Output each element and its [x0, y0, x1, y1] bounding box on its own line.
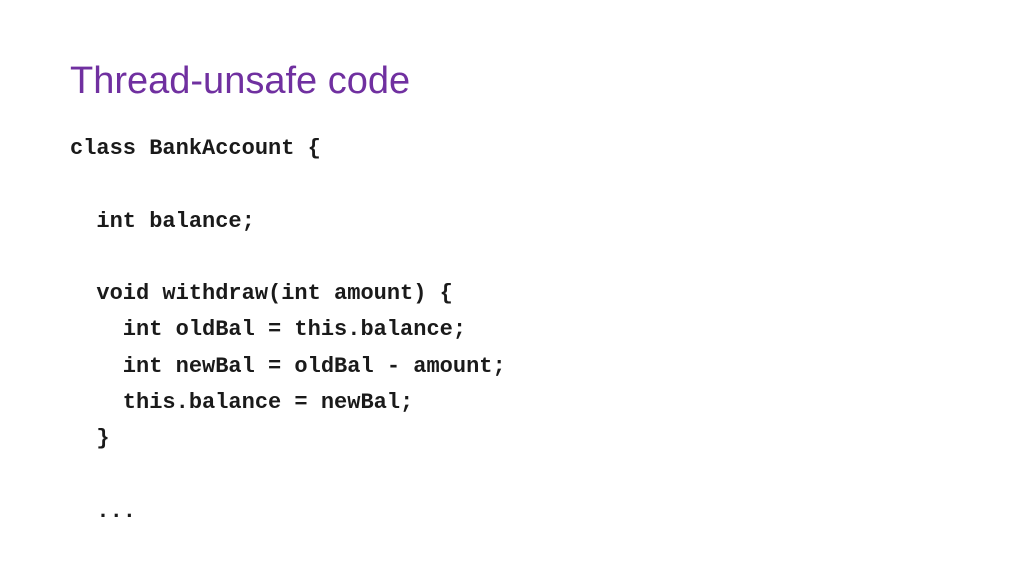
slide-title: Thread-unsafe code [70, 60, 954, 103]
code-block: class BankAccount { int balance; void wi… [70, 131, 954, 530]
